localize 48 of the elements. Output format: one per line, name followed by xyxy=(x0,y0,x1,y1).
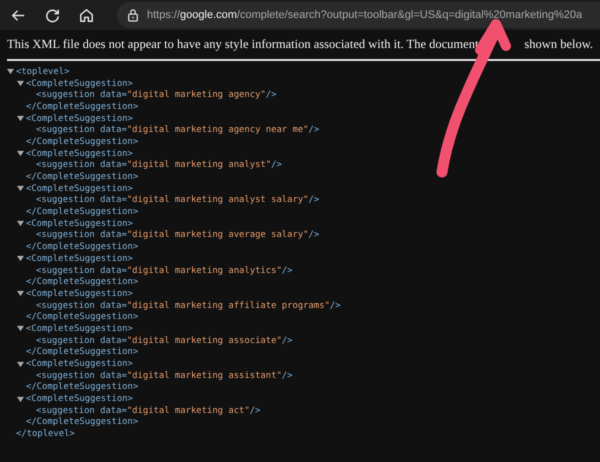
xml-element: <suggestion data="digital marketing analyst salary"/> xyxy=(36,195,320,206)
xml-tag: <CompleteSuggestion> xyxy=(26,394,133,404)
xml-tag: </CompleteSuggestion> xyxy=(26,242,138,252)
collapse-triangle-icon[interactable] xyxy=(17,150,26,158)
collapse-triangle-icon[interactable] xyxy=(17,290,26,298)
xml-tag: <CompleteSuggestion> xyxy=(26,78,133,89)
collapse-triangle-icon[interactable] xyxy=(17,80,26,88)
xml-element: <suggestion data="digital marketing average salary"/> xyxy=(36,230,320,240)
xml-tag: <CompleteSuggestion> xyxy=(26,218,133,229)
xml-element: <suggestion data="digital marketing analyst"/> xyxy=(36,160,282,170)
xml-tag: </CompleteSuggestion> xyxy=(26,277,138,288)
xml-element: <suggestion data="digital marketing act"/> xyxy=(36,406,260,416)
xml-tag: </CompleteSuggestion> xyxy=(26,207,138,218)
xml-tag: <CompleteSuggestion> xyxy=(26,288,133,299)
xml-tag: <CompleteSuggestion> xyxy=(26,324,133,334)
xml-element: <suggestion data="digital marketing agency near me"/> xyxy=(36,125,320,136)
xml-tag: </CompleteSuggestion> xyxy=(26,347,138,358)
xml-element: <suggestion data="digital marketing affiliate programs"/> xyxy=(36,300,341,311)
xml-element: <suggestion data="digital marketing agency"/> xyxy=(36,90,276,100)
xml-tag: <CompleteSuggestion> xyxy=(26,184,133,194)
url-text: https://google.com/complete/search?output=toolbar&gl=US&q=digital%20marketing%20a xyxy=(147,9,582,21)
lock-icon[interactable] xyxy=(127,8,139,22)
xml-element: <suggestion data="digital marketing assistant"/> xyxy=(36,370,292,381)
xml-tag: <CompleteSuggestion> xyxy=(26,148,133,159)
collapse-triangle-icon[interactable] xyxy=(17,220,26,228)
xml-element: <suggestion data="digital marketing analytics"/> xyxy=(36,266,292,276)
collapse-triangle-icon[interactable] xyxy=(17,255,26,262)
xml-tag: <CompleteSuggestion> xyxy=(26,359,133,370)
xml-tag: </CompleteSuggestion> xyxy=(26,172,138,182)
xml-tag: <toplevel> xyxy=(16,66,70,77)
collapse-triangle-icon[interactable] xyxy=(17,360,26,368)
xml-tag: </CompleteSuggestion> xyxy=(26,136,138,147)
collapse-triangle-icon[interactable] xyxy=(17,325,26,332)
collapse-triangle-icon[interactable] xyxy=(7,68,16,76)
collapse-triangle-icon[interactable] xyxy=(17,185,26,192)
address-bar[interactable]: https://google.com/complete/search?output=toolbar&gl=US&q=digital%20marketing%20a xyxy=(117,2,600,28)
xml-tag: </CompleteSuggestion> xyxy=(26,382,138,392)
xml-tag: </toplevel> xyxy=(16,429,75,440)
xml-tag: <CompleteSuggestion> xyxy=(26,114,133,124)
collapse-triangle-icon[interactable] xyxy=(17,396,26,403)
xml-element: <suggestion data="digital marketing associate"/> xyxy=(36,336,292,346)
xml-tag: </CompleteSuggestion> xyxy=(26,417,138,428)
notice-text: shown below. xyxy=(524,37,594,53)
xml-tag: </CompleteSuggestion> xyxy=(26,102,138,112)
xml-tag: <CompleteSuggestion> xyxy=(26,254,133,264)
xml-tag: </CompleteSuggestion> xyxy=(26,312,138,322)
notice-text: This XML file does not appear to have any style information associated with it. The document xyxy=(7,37,478,53)
collapse-triangle-icon[interactable] xyxy=(17,115,26,122)
